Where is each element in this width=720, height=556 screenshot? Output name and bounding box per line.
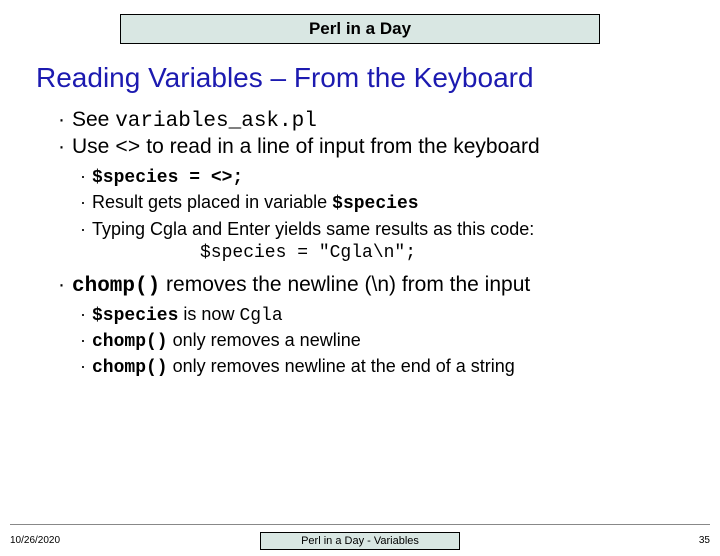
sub-typing-text: Typing Cgla and Enter yields same result… (92, 219, 534, 239)
sub-chomp-end-post: only removes newline at the end of a str… (168, 356, 515, 376)
bullet-use-post: to read in a line of input from the keyb… (140, 135, 539, 158)
bullet-use-code: <> (115, 137, 140, 160)
sub-chomp-end-code: chomp() (92, 358, 168, 378)
sub-species-now-mid: is now (178, 304, 239, 324)
sub-species-now-code1: $species (92, 306, 178, 326)
bullet-see-code: variables_ask.pl (115, 110, 317, 133)
code-line-species: $species = "Cgla\n"; (200, 243, 700, 263)
bullet-chomp-post: removes the newline (\n) from the input (160, 273, 530, 296)
sub-species-assign: ·$species = <>; (80, 164, 700, 190)
footer-date: 10/26/2020 (10, 535, 160, 546)
footer: 10/26/2020 Perl in a Day - Variables 35 (0, 524, 720, 554)
sub-chomp-newline-post: only removes a newline (168, 330, 361, 350)
bullet-chomp-code: chomp() (72, 275, 160, 298)
sub-species-assign-code: $species = <>; (92, 168, 243, 188)
sub-species-now-code2: Cgla (239, 306, 282, 326)
slide-title: Reading Variables – From the Keyboard (36, 62, 720, 94)
sub-result-pre: Result gets placed in variable (92, 192, 332, 212)
header-text: Perl in a Day (309, 19, 411, 38)
footer-divider (10, 524, 710, 525)
footer-box: Perl in a Day - Variables (260, 532, 460, 550)
bullet-chomp: ·chomp() removes the newline (\n) from t… (58, 273, 700, 298)
sub-chomp-end: ·chomp() only removes newline at the end… (80, 354, 700, 380)
footer-row: 10/26/2020 Perl in a Day - Variables 35 (0, 531, 720, 556)
slide-content: ·See variables_ask.pl ·Use <> to read in… (58, 108, 700, 381)
header-box: Perl in a Day (120, 14, 600, 44)
sub-result: ·Result gets placed in variable $species (80, 190, 700, 216)
sub-chomp-newline: ·chomp() only removes a newline (80, 328, 700, 354)
sub-result-code: $species (332, 194, 418, 214)
sub-chomp-newline-code: chomp() (92, 332, 168, 352)
footer-center-wrap: Perl in a Day - Variables (160, 531, 560, 550)
chomp-subgroup: ·$species is now Cgla ·chomp() only remo… (80, 302, 700, 381)
bullet-use-pre: Use (72, 135, 115, 158)
sub-species-now: ·$species is now Cgla (80, 302, 700, 328)
use-subgroup: ·$species = <>; ·Result gets placed in v… (80, 164, 700, 263)
footer-page-number: 35 (560, 535, 710, 546)
sub-typing: ·Typing Cgla and Enter yields same resul… (80, 217, 700, 241)
bullet-use: ·Use <> to read in a line of input from … (58, 135, 700, 160)
bullet-see: ·See variables_ask.pl (58, 108, 700, 133)
bullet-see-pre: See (72, 108, 115, 131)
